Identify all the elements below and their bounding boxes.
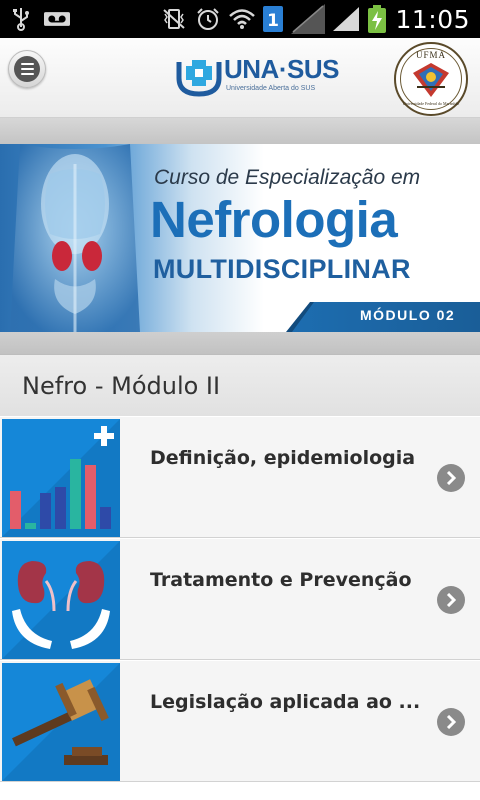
menu-icon [14, 56, 40, 82]
vibrate-icon [161, 7, 187, 31]
banner-divider [0, 332, 480, 354]
course-banner: Curso de Especialização em Nefrologia MU… [0, 144, 480, 332]
sim-badge: 1 [268, 11, 280, 31]
list-item[interactable]: Tratamento e Prevenção [0, 538, 480, 660]
list-item-label: Definição, epidemiologia [150, 447, 416, 469]
banner-subtitle: MULTIDISCIPLINAR [153, 254, 411, 284]
module-label: MÓDULO 02 [360, 307, 456, 323]
ufma-seal: UFMA Universidade Federal do Maranhão [394, 42, 468, 116]
gavel-icon [2, 663, 120, 781]
header-divider [0, 118, 480, 144]
usb-icon [8, 7, 34, 31]
list-item[interactable]: Definição, epidemiologia [0, 416, 480, 538]
menu-button[interactable] [8, 50, 46, 88]
sim-icon: 1 [263, 6, 284, 32]
signal-icon [333, 7, 360, 31]
app-header: UNA·SUS Universidade Aberta do SUS UFMA … [0, 38, 480, 118]
chevron-right-icon [437, 708, 465, 736]
unasus-logo: UNA·SUS Universidade Aberta do SUS [176, 52, 339, 102]
section-header: Nefro - Módulo II [0, 354, 480, 416]
section-title: Nefro - Módulo II [22, 372, 221, 400]
ufma-crest-icon [413, 63, 449, 97]
banner-line1: Curso de Especialização em [154, 166, 421, 189]
bar-chart-health-icon [2, 419, 120, 537]
kidneys-hands-icon [2, 541, 120, 659]
list-item-label: Legislação aplicada ao ... [150, 691, 421, 713]
alarm-icon [195, 7, 221, 31]
clock: 11:05 [395, 4, 470, 34]
list-item[interactable]: Legislação aplicada ao ... [0, 660, 480, 782]
voicemail-icon [44, 7, 70, 31]
wifi-icon [229, 7, 256, 31]
module-list: Definição, epidemiologia Tratamento e Pr… [0, 416, 480, 782]
status-bar: 1 11:05 [0, 0, 480, 38]
unasus-name: UNA·SUS [224, 54, 339, 84]
ufma-seal-subtitle: Universidade Federal do Maranhão [402, 101, 460, 106]
chevron-right-icon [437, 586, 465, 614]
network-icon [291, 4, 326, 34]
list-item-label: Tratamento e Prevenção [150, 569, 412, 591]
unasus-subtitle: Universidade Aberta do SUS [226, 85, 316, 92]
battery-charging-icon [367, 5, 387, 33]
banner-title: Nefrologia [150, 191, 398, 248]
ufma-seal-text: UFMA [415, 50, 446, 60]
unasus-emblem-icon [176, 60, 222, 97]
body-anatomy-image [10, 144, 140, 332]
chevron-right-icon [437, 464, 465, 492]
